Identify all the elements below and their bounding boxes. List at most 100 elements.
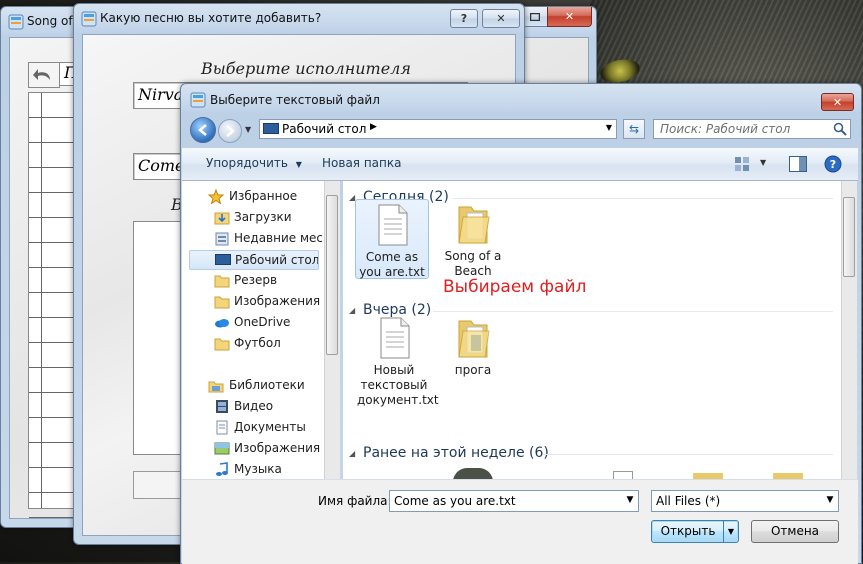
chevron-down-icon[interactable]: ▼ [760, 158, 766, 167]
nav-item-label: Недавние мест [234, 231, 322, 245]
organize-button[interactable]: Упорядочить ▼ [206, 156, 302, 170]
maximize-icon [530, 12, 540, 21]
nav-item-label: Видео [234, 399, 274, 413]
dialog-footer: Имя файла: Come as you are.txt ▼ All Fil… [182, 479, 858, 564]
nav-item-onedrive[interactable]: OneDrive [182, 313, 322, 333]
undo-button[interactable] [28, 62, 60, 88]
partial-file-icon [613, 471, 633, 479]
nav-libraries[interactable]: Библиотеки [182, 376, 322, 396]
file-type-select[interactable]: All Files (*) ▼ [651, 490, 839, 512]
help-icon: ? [460, 12, 468, 25]
music-note-icon [216, 462, 228, 476]
folder-icon [214, 338, 230, 351]
nav-libraries-label: Библиотеки [229, 378, 305, 392]
nav-item-label: Футбол [234, 336, 281, 350]
breadcrumb-chevron-icon[interactable]: ▶ [370, 122, 377, 132]
chevron-down-icon[interactable]: ▼ [723, 521, 738, 542]
file-item[interactable]: Song of a Beach [436, 199, 510, 279]
close-icon: ✕ [564, 10, 575, 23]
help-icon[interactable]: ? [824, 155, 842, 173]
downloads-folder-icon [214, 212, 230, 225]
maximize-button[interactable] [521, 7, 549, 27]
preview-pane-icon[interactable] [789, 156, 807, 172]
text-file-icon [380, 317, 410, 359]
dialog-title: Выберите текстовый файл [210, 93, 380, 107]
nav-item-label: Изображения [234, 441, 321, 455]
open-file-dialog[interactable]: Выберите текстовый файл ✕ ▼ Рабочий стол… [180, 83, 862, 564]
arrow-left-icon [198, 124, 207, 136]
partial-file-icon [453, 468, 493, 479]
nav-item-label: OneDrive [234, 315, 291, 329]
arrow-right-icon [226, 125, 235, 137]
nav-item-images[interactable]: Изображения [182, 439, 322, 459]
scrollbar-thumb[interactable] [843, 197, 855, 277]
folder-icon [214, 296, 230, 309]
libraries-icon [208, 381, 224, 393]
filename-input[interactable]: Come as you are.txt ▼ [389, 490, 639, 512]
address-bar[interactable]: Рабочий стол ▶ ▼ [259, 119, 617, 139]
folder-icon [458, 320, 490, 358]
folder-icon [458, 206, 490, 244]
file-item[interactable]: прога [436, 313, 510, 378]
chevron-down-icon[interactable]: ▼ [822, 491, 838, 511]
file-name: прога [454, 363, 492, 377]
nav-item-recent[interactable]: Недавние мест [182, 229, 322, 249]
chevron-down-icon[interactable]: ▼ [606, 123, 612, 132]
nav-item-label: Документы [234, 420, 306, 434]
window-title: Какую песню вы хотите добавить? [100, 11, 322, 25]
address-text: Рабочий стол [282, 122, 367, 136]
nav-item-reserve[interactable]: Резерв [182, 271, 322, 291]
forward-button[interactable] [218, 119, 242, 143]
scrollbar-thumb[interactable] [326, 195, 338, 355]
cancel-button[interactable]: Отмена [751, 520, 839, 543]
nav-item-label: Изображения [234, 294, 321, 308]
nav-item-label: Загрузки [234, 210, 292, 224]
view-icon[interactable] [734, 156, 750, 172]
chevron-down-icon[interactable]: ▼ [622, 491, 638, 511]
nav-item-label: Резерв [234, 273, 278, 287]
recent-locations-icon[interactable]: ▼ [245, 125, 251, 134]
collapse-icon[interactable]: ◢ [349, 306, 355, 315]
group-divider [453, 198, 833, 199]
svg-text:?: ? [830, 158, 836, 171]
new-folder-button[interactable]: Новая папка [322, 156, 401, 170]
nav-pane-scrollbar[interactable] [324, 181, 340, 479]
file-list-scrollbar[interactable] [841, 181, 857, 479]
open-button-label: Открыть [660, 524, 716, 538]
nav-favorites-label: Избранное [229, 189, 298, 203]
help-button[interactable]: ? [450, 9, 478, 28]
search-input[interactable]: Поиск: Рабочий стол [653, 119, 851, 139]
song-list-grid[interactable] [28, 92, 74, 518]
file-item-selected[interactable]: Come as you are.txt [355, 199, 429, 279]
close-button[interactable]: ✕ [547, 7, 592, 27]
nav-item-football[interactable]: Футбол [182, 334, 322, 354]
star-icon [208, 189, 224, 204]
nav-item-pictures[interactable]: Изображения [182, 292, 322, 312]
collapse-icon[interactable]: ◢ [349, 449, 355, 458]
app-icon [8, 14, 24, 30]
file-item[interactable]: Новый текстовый документ.txt [357, 313, 439, 408]
film-icon [216, 400, 228, 413]
nav-item-documents[interactable]: Документы [182, 418, 322, 438]
command-bar: Упорядочить ▼ Новая папка ▼ ? [182, 148, 858, 181]
nav-item-video[interactable]: Видео [182, 397, 322, 417]
close-button[interactable]: ✕ [821, 93, 854, 111]
close-icon: ✕ [496, 12, 506, 25]
open-button[interactable]: Открыть ▼ [651, 520, 739, 543]
file-list[interactable]: ◢ Сегодня (2) Come as you are.txt Song o… [343, 181, 841, 479]
nav-item-music[interactable]: Музыка [182, 460, 322, 480]
group-divider [543, 454, 833, 455]
back-button[interactable] [190, 117, 216, 143]
group-heading-this-week[interactable]: Ранее на этой неделе (6) [363, 445, 549, 461]
close-button[interactable]: ✕ [482, 9, 520, 28]
nav-favorites[interactable]: Избранное [182, 187, 322, 207]
text-file-icon [378, 204, 408, 246]
nav-item-downloads[interactable]: Загрузки [182, 208, 322, 228]
app-icon [81, 11, 97, 27]
nav-item-desktop[interactable]: Рабочий стол [189, 250, 319, 270]
cloud-icon [215, 319, 229, 328]
navigation-pane[interactable]: Избранное Загрузки Недавние мест Рабочий… [182, 181, 340, 479]
refresh-button[interactable]: ⇆ [623, 119, 645, 139]
file-name: Come as you are.txt [359, 250, 425, 279]
organize-label: Упорядочить [206, 156, 288, 170]
